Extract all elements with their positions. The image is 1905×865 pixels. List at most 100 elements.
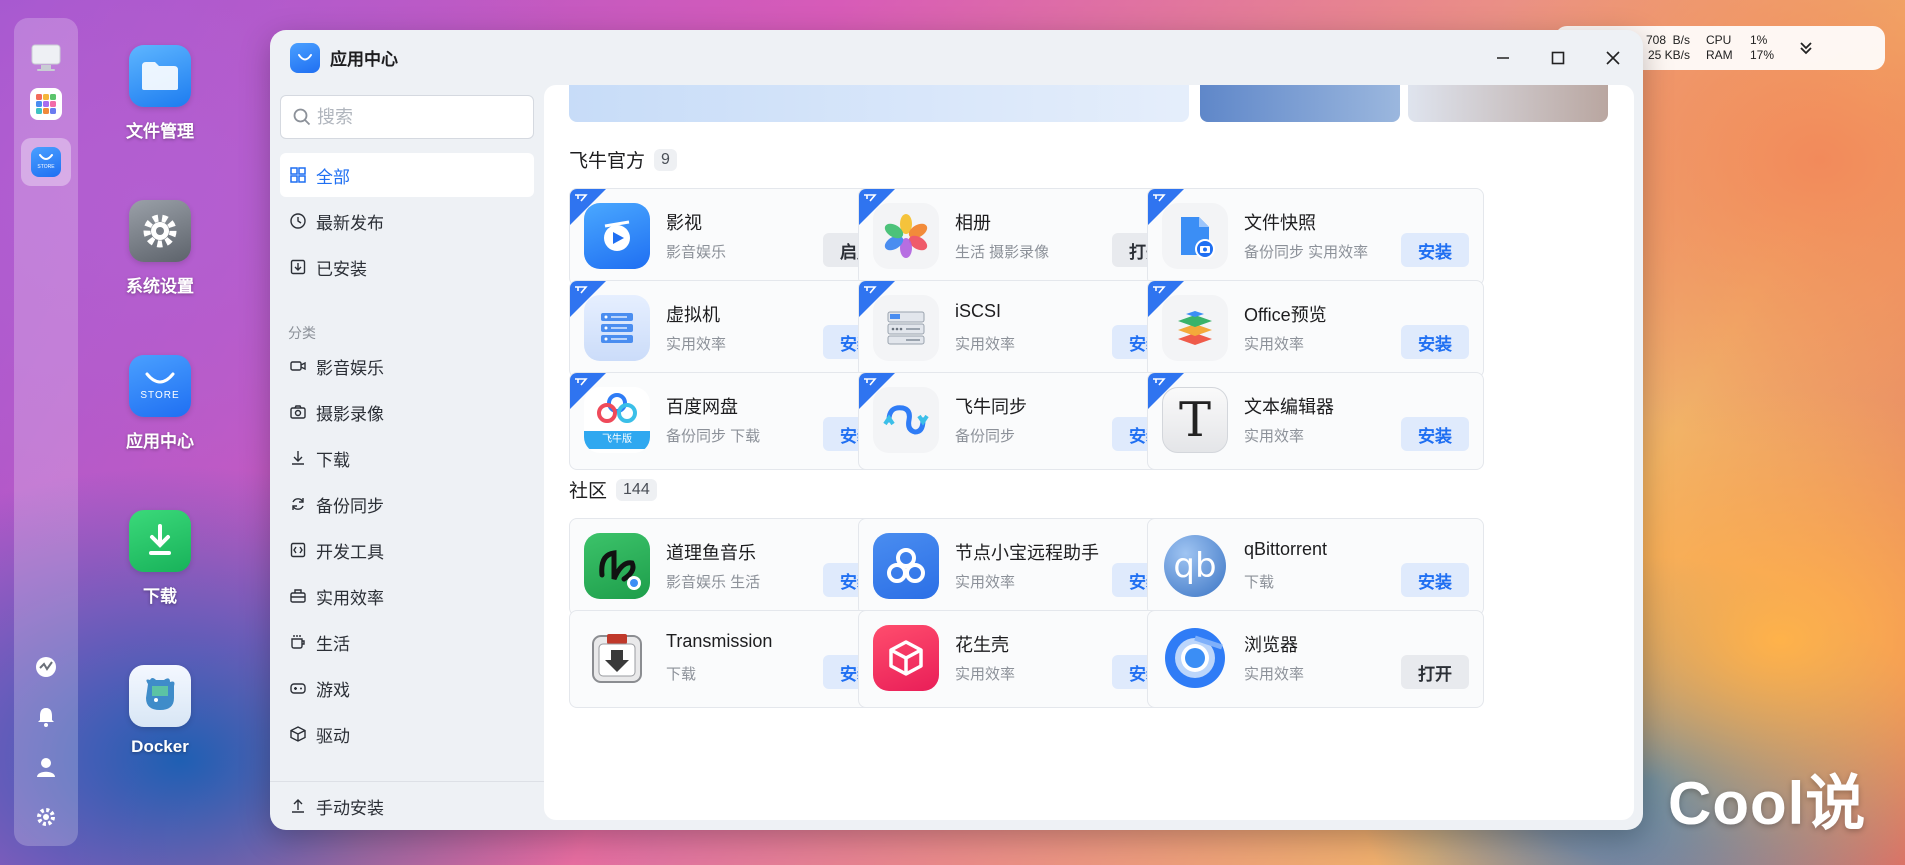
nav-category-games[interactable]: 游戏 — [280, 666, 534, 710]
app-action-button[interactable]: 打开 — [1401, 655, 1469, 689]
app-card[interactable]: 道理鱼音乐 影音娱乐 生活 安装 — [569, 518, 906, 616]
text-editor-glyph: T — [1178, 392, 1211, 448]
app-tags: 实用效率 — [955, 336, 1016, 353]
app-action-button[interactable]: 安装 — [1401, 233, 1469, 267]
nav-label: 下载 — [316, 450, 350, 470]
app-card[interactable]: 虚拟机 实用效率 安装 — [569, 280, 906, 378]
toolbox-icon — [290, 589, 306, 603]
desktop-icon-label: Docker — [131, 737, 189, 756]
app-card[interactable]: 影视 影音娱乐 启用 — [569, 188, 906, 286]
video-play-icon — [584, 203, 650, 269]
search-box[interactable] — [280, 95, 534, 139]
nav-category-photo[interactable]: 摄影录像 — [280, 390, 534, 434]
featured-banner[interactable] — [1200, 85, 1400, 122]
nav-category-download[interactable]: 下载 — [280, 436, 534, 480]
resource-monitor-icon[interactable] — [31, 652, 61, 682]
app-action-button[interactable]: 安装 — [1401, 417, 1469, 451]
official-badge-icon — [1153, 286, 1166, 294]
desktop-icon-label: 系统设置 — [126, 277, 194, 296]
official-badge-icon — [864, 286, 877, 294]
desktop-system-settings[interactable]: 系统设置 — [110, 200, 210, 297]
nav-label: 影音娱乐 — [316, 358, 384, 378]
app-card[interactable]: 文件快照 备份同步 实用效率 安装 — [1147, 188, 1484, 286]
bell-icon[interactable] — [31, 702, 61, 732]
window-title: 应用中心 — [330, 50, 398, 69]
installed-icon — [290, 259, 306, 275]
app-card[interactable]: iSCSI 实用效率 安装 — [858, 280, 1195, 378]
cpu-value: 1% — [1750, 33, 1768, 47]
chevron-double-down-icon[interactable] — [1796, 38, 1816, 58]
nav-latest[interactable]: 最新发布 — [280, 199, 534, 243]
app-tags: 下载 — [666, 666, 697, 683]
nav-all[interactable]: 全部 — [280, 153, 534, 197]
nav-label: 已安装 — [316, 259, 367, 279]
sys-values: 1% 17% — [1750, 33, 1780, 63]
nav-label: 手动安装 — [316, 798, 384, 818]
official-badge-icon — [1153, 378, 1166, 386]
app-card[interactable]: 节点小宝远程助手 实用效率 安装 — [858, 518, 1195, 616]
featured-banner[interactable] — [569, 85, 1189, 122]
store-icon: STORE — [31, 147, 61, 177]
watermark-text: Cool说 — [1668, 770, 1867, 837]
app-card[interactable]: 飞牛同步 备份同步 安装 — [858, 372, 1195, 470]
nav-label: 摄影录像 — [316, 404, 384, 424]
nav-category-sync[interactable]: 备份同步 — [280, 482, 534, 526]
dock: STORE — [14, 18, 78, 846]
nav-category-drivers[interactable]: 驱动 — [280, 712, 534, 756]
app-tags: 影音娱乐 生活 — [666, 574, 761, 591]
nav-label: 备份同步 — [316, 496, 384, 516]
app-name: Office预览 — [1244, 305, 1327, 325]
featured-banner[interactable] — [1408, 85, 1608, 122]
nav-category-productivity[interactable]: 实用效率 — [280, 574, 534, 618]
nav-category-media[interactable]: 影音娱乐 — [280, 344, 534, 388]
app-card[interactable]: 浏览器 实用效率 打开 — [1147, 610, 1484, 708]
minimize-button[interactable] — [1488, 43, 1518, 73]
desktop-docker[interactable]: Docker — [110, 665, 210, 757]
nav-installed[interactable]: 已安装 — [280, 245, 534, 289]
app-launcher-icon[interactable] — [30, 88, 62, 120]
nav-category-life[interactable]: 生活 — [280, 620, 534, 664]
clock-icon — [290, 213, 306, 229]
close-button[interactable] — [1598, 43, 1628, 73]
search-input[interactable] — [317, 106, 517, 128]
desktop-icon-label: 应用中心 — [126, 432, 194, 451]
sidebar: 全部 最新发布 已安装 分类 影音娱乐 摄影录像 下载 备份同步 — [270, 85, 544, 830]
desktop-icon-label: 下载 — [143, 587, 177, 606]
desktop-icon-label: 文件管理 — [126, 122, 194, 141]
app-action-button[interactable]: 安装 — [1401, 563, 1469, 597]
group-title-official: 飞牛官方 9 — [569, 146, 677, 173]
app-card[interactable]: 相册 生活 摄影录像 打开 — [858, 188, 1195, 286]
app-name: 浏览器 — [1244, 635, 1298, 655]
app-card[interactable]: Transmission 下载 安装 — [569, 610, 906, 708]
maximize-button[interactable] — [1543, 43, 1573, 73]
dock-app-center[interactable]: STORE — [21, 138, 71, 186]
settings-icon[interactable] — [31, 802, 61, 832]
desktop-icon[interactable] — [26, 38, 66, 78]
app-tags: 影音娱乐 — [666, 244, 727, 261]
app-card[interactable]: 花生壳 实用效率 安装 — [858, 610, 1195, 708]
nav-label: 最新发布 — [316, 213, 384, 233]
app-card[interactable]: T 文本编辑器 实用效率 安装 — [1147, 372, 1484, 470]
app-action-button[interactable]: 安装 — [1401, 325, 1469, 359]
user-icon[interactable] — [31, 752, 61, 782]
desktop-download[interactable]: 下载 — [110, 510, 210, 607]
app-name: 道理鱼音乐 — [666, 543, 756, 563]
peanut-shell-icon — [873, 625, 939, 691]
search-icon — [293, 108, 311, 126]
app-card[interactable]: qb qBittorrent 下载 安装 — [1147, 518, 1484, 616]
app-card[interactable]: 飞牛版 百度网盘 备份同步 下载 安装 — [569, 372, 906, 470]
official-badge-icon — [575, 194, 588, 202]
nav-label: 生活 — [316, 634, 350, 654]
app-card[interactable]: Office预览 实用效率 安装 — [1147, 280, 1484, 378]
desktop-app-center[interactable]: STORE 应用中心 — [110, 355, 210, 452]
browser-icon — [1162, 625, 1228, 691]
title-bar[interactable]: 应用中心 — [270, 30, 1643, 85]
qbittorrent-icon: qb — [1162, 533, 1228, 599]
nav-category-dev[interactable]: 开发工具 — [280, 528, 534, 572]
manual-install-button[interactable]: 手动安装 — [280, 784, 534, 828]
desktop-file-manager[interactable]: 文件管理 — [110, 45, 210, 142]
fn-sync-icon — [873, 387, 939, 453]
app-name: 花生壳 — [955, 635, 1009, 655]
app-logo-icon — [290, 42, 320, 73]
download-icon — [292, 451, 304, 465]
